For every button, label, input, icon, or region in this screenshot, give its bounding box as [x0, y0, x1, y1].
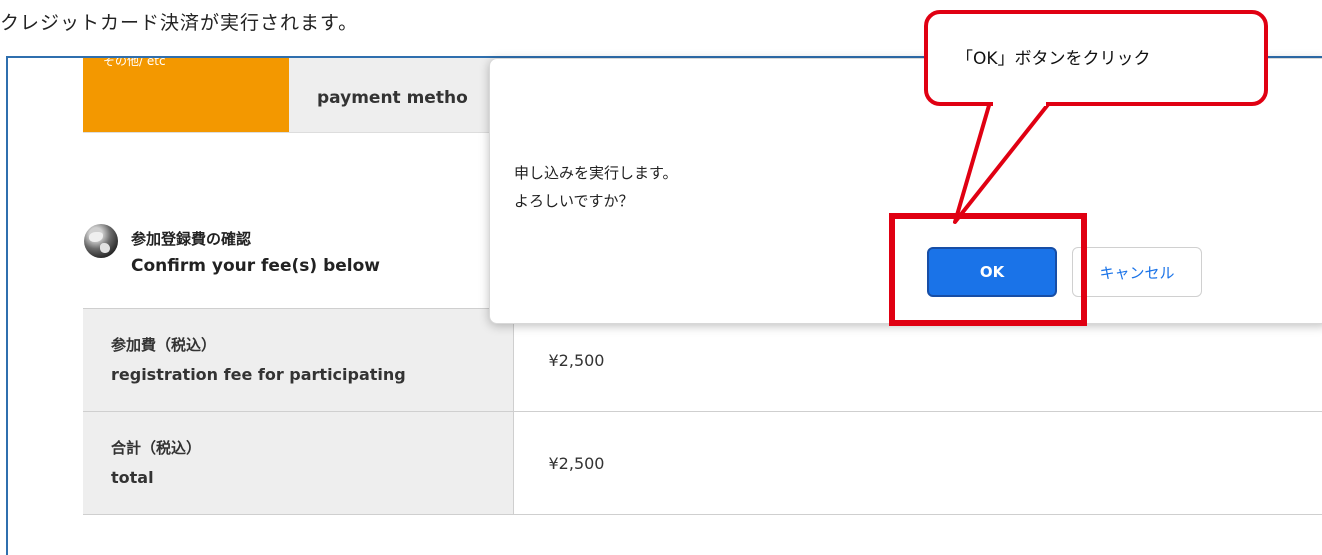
- total-value: ¥2,500: [513, 411, 1322, 515]
- fee-table: 参加費（税込） registration fee for participati…: [83, 308, 1322, 515]
- total-label-cell: 合計（税込） total: [83, 411, 514, 515]
- globe-icon: [84, 224, 118, 258]
- fee-label-ja: 参加費（税込）: [111, 336, 217, 354]
- total-label-ja: 合計（税込）: [111, 439, 202, 457]
- payment-method-tab[interactable]: その他/ etc: [83, 58, 289, 132]
- section-title-ja: 参加登録費の確認: [131, 230, 252, 248]
- callout-text: 「OK」ボタンをクリック: [956, 49, 1151, 69]
- dialog-message-line2: よろしいですか？: [514, 192, 634, 210]
- payment-method-label: payment metho: [317, 88, 468, 108]
- section-title-en: Confirm your fee(s) below: [131, 256, 380, 276]
- instruction-caption: クレジットカード決済が実行されます。: [0, 12, 359, 34]
- cancel-button[interactable]: キャンセル: [1072, 247, 1202, 297]
- dialog-message-line1: 申し込みを実行します。: [514, 164, 678, 182]
- payment-method-tab-label: その他/ etc: [103, 56, 166, 68]
- ok-button-highlight: [889, 213, 1087, 326]
- fee-label-cell: 参加費（税込） registration fee for participati…: [83, 308, 514, 412]
- total-label-en: total: [111, 468, 154, 487]
- dialog-message: 申し込みを実行します。 よろしいですか？: [514, 159, 678, 215]
- table-row: 合計（税込） total ¥2,500: [83, 411, 1322, 515]
- instruction-callout: 「OK」ボタンをクリック: [924, 10, 1268, 106]
- fee-label-en: registration fee for participating: [111, 365, 406, 384]
